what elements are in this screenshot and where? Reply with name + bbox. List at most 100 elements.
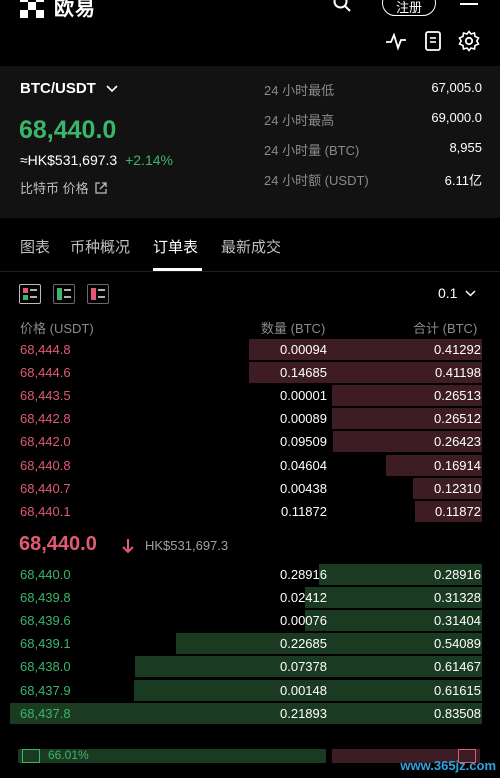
view-bids-glyph [57,288,71,300]
stat-24h-volume: 24 小时量 (BTC) 8,955 [264,140,482,160]
ticker-header: BTC/USDT 68,440.0 ≈HK$531,697.3 +2.14% 比… [0,66,500,218]
view-bids-icon[interactable] [53,284,75,304]
order-qty: 0.04604 [280,457,327,473]
tab-order-book[interactable]: 订单表 [153,236,198,257]
col-header-price: 价格 (USDT) [20,321,94,336]
stat-value: 69,000.0 [431,110,482,125]
stat-label: 24 小时最高 [264,113,335,128]
order-total: 0.26512 [434,411,481,427]
bid-row[interactable]: 68,437.8 0.21893 0.83508 [0,702,500,725]
mid-price-row: 68,440.0 HK$531,697.3 [0,530,500,560]
coin-price-link-label: 比特币 价格 [20,181,89,196]
order-price: 68,443.5 [20,388,71,404]
fiat-price-line: ≈HK$531,697.3 +2.14% [20,152,173,168]
search-icon[interactable] [333,0,351,12]
view-asks-icon[interactable] [87,284,109,304]
order-total: 0.11872 [434,503,481,519]
order-qty: 0.22685 [280,636,327,652]
view-both-icon[interactable] [19,284,41,304]
fiat-price: ≈HK$531,697.3 [20,152,118,168]
order-qty: 0.00089 [280,411,327,427]
settings-gear-icon[interactable] [458,30,480,52]
ask-row[interactable]: 68,444.6 0.14685 0.41198 [0,361,500,384]
order-total: 0.31328 [434,590,481,606]
order-total: 0.83508 [434,705,481,721]
order-total: 0.16914 [434,457,481,473]
mid-price: 68,440.0 [19,533,97,555]
orderbook-controls: 0.1 [0,278,500,314]
bid-row[interactable]: 68,439.1 0.22685 0.54089 [0,632,500,655]
bid-row[interactable]: 68,439.6 0.00076 0.31404 [0,609,500,632]
stat-label: 24 小时额 (USDT) [264,173,369,188]
ask-row[interactable]: 68,444.8 0.00094 0.41292 [0,338,500,361]
view-asks-glyph [91,288,105,300]
order-qty: 0.11872 [280,503,327,519]
order-total: 0.41198 [434,365,481,381]
logo-text: 欧易 [54,0,96,20]
order-total: 0.41292 [434,342,481,357]
ask-row[interactable]: 68,442.8 0.00089 0.26512 [0,407,500,430]
buy-badge-icon [22,749,40,763]
pair-label: BTC/USDT [20,80,96,97]
order-qty: 0.14685 [280,365,327,381]
stat-label: 24 小时量 (BTC) [264,143,360,158]
order-total: 0.31404 [434,613,481,629]
stat-value: 67,005.0 [431,80,482,95]
order-qty: 0.09509 [280,434,327,450]
ask-row[interactable]: 68,440.8 0.04604 0.16914 [0,454,500,477]
bid-row[interactable]: 68,438.0 0.07378 0.61467 [0,655,500,678]
bid-depth-bar [10,702,482,724]
precision-value: 0.1 [438,285,458,301]
bid-row[interactable]: 68,437.9 0.00148 0.61615 [0,679,500,702]
order-qty: 0.02412 [280,590,327,606]
order-qty: 0.21893 [280,705,327,721]
order-qty: 0.07378 [280,659,327,675]
order-price: 68,440.0 [20,567,71,582]
ask-row[interactable]: 68,442.0 0.09509 0.26423 [0,430,500,453]
pulse-chart-icon[interactable] [385,30,407,52]
order-total: 0.54089 [434,636,481,652]
order-price: 68,437.9 [20,682,71,698]
tab-coin-overview[interactable]: 币种概况 [70,236,130,257]
top-bar: 欧易 注册 [0,0,500,60]
view-both-glyph [23,288,37,300]
pair-selector[interactable]: BTC/USDT [20,80,118,97]
mid-fiat-price: HK$531,697.3 [145,538,229,553]
bid-row[interactable]: 68,440.0 0.28916 0.28916 [0,563,500,586]
tab-latest-trades[interactable]: 最新成交 [221,236,281,257]
arrow-down-icon [122,539,134,554]
order-qty: 0.00438 [280,480,327,496]
ask-row[interactable]: 68,440.7 0.00438 0.12310 [0,477,500,500]
tab-chart[interactable]: 图表 [20,236,50,257]
watermark: www.365jz.com [400,758,496,773]
order-price: 68,440.1 [20,503,71,519]
stat-value: 8,955 [449,140,482,155]
order-price: 68,444.8 [20,342,71,357]
active-tab-indicator [153,268,202,271]
stat-24h-low: 24 小时最低 67,005.0 [264,80,482,100]
bid-row[interactable]: 68,439.8 0.02412 0.31328 [0,586,500,609]
precision-select[interactable]: 0.1 [438,285,476,301]
order-qty: 0.28916 [280,567,327,582]
col-header-qty: 数量 (BTC) [261,321,326,336]
order-price: 68,439.6 [20,613,71,629]
ask-row[interactable]: 68,443.5 0.00001 0.26513 [0,384,500,407]
stat-value: 6.11亿 [444,173,482,188]
menu-icon[interactable] [460,0,478,10]
logo[interactable]: 欧易 [20,0,96,20]
order-price: 68,440.8 [20,457,71,473]
order-price: 68,438.0 [20,659,71,675]
order-total: 0.12310 [434,480,481,496]
order-price: 68,444.6 [20,365,71,381]
notes-icon[interactable] [422,30,444,52]
coin-price-link[interactable]: 比特币 价格 [20,178,107,197]
register-button[interactable]: 注册 [382,0,436,16]
order-price: 68,437.8 [20,705,71,721]
order-qty: 0.00076 [280,613,327,629]
price-change: +2.14% [125,152,173,168]
order-price: 68,442.8 [20,411,71,427]
buy-ratio-percent: 66.01% [48,748,89,762]
order-price: 68,440.7 [20,480,71,496]
ask-row[interactable]: 68,440.1 0.11872 0.11872 [0,500,500,523]
order-qty: 0.00148 [280,682,327,698]
